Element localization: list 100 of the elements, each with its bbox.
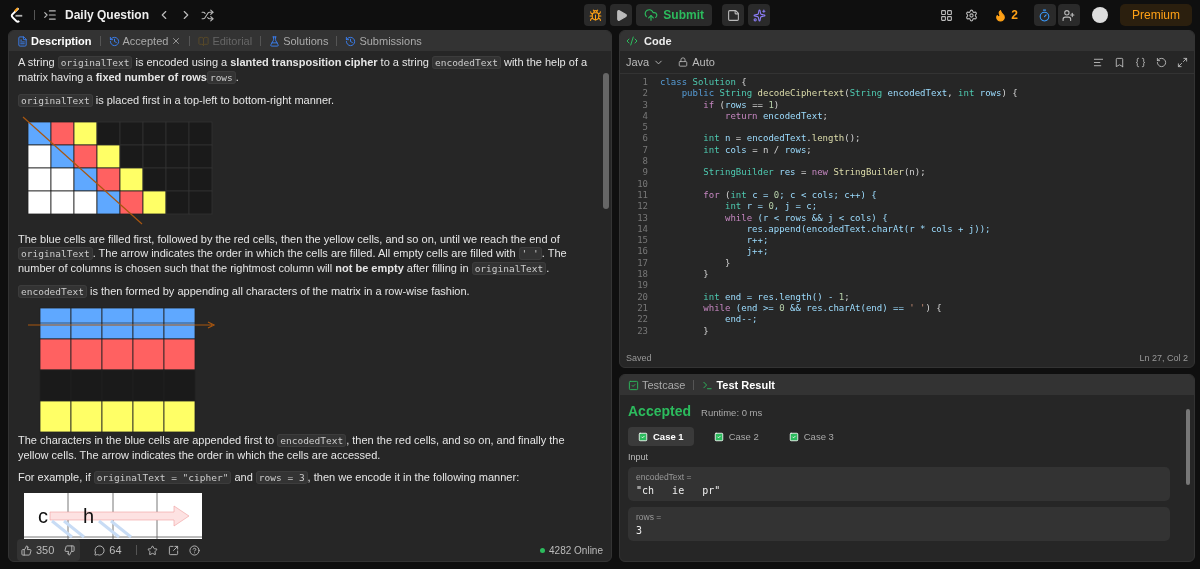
input-label: Input [628,452,650,462]
panel-tab[interactable]: Test Result [700,379,777,391]
line-number: 2 [641,88,648,100]
save-status: Saved [626,353,652,363]
format-icon[interactable] [1093,56,1104,68]
check-icon [713,431,724,442]
comments-button[interactable]: 64 [90,539,126,561]
submit-button[interactable]: Submit [636,4,712,26]
ai-button[interactable] [748,4,770,26]
reset-icon[interactable] [1156,56,1167,68]
panel-tab[interactable]: Solutions [267,35,331,47]
settings-icon[interactable] [965,8,979,22]
code-line: int cols = n / rows; [702,144,812,157]
code-line: } [702,325,709,337]
code-line: class Solution { [660,77,747,89]
description-paragraph: encodedText is then formed by appending all characters of the matrix in a row-wise fashion. [18,284,595,299]
line-number: 10 [636,178,648,190]
bookmark-icon[interactable] [1114,56,1125,68]
description-paragraph: For example, if originalText = "cipher" and rows = 3 , then we encode it in the following manner: [18,470,521,485]
code-icon [626,35,638,47]
share-icon[interactable] [167,544,179,556]
code-line: public String decodeCiphertext(String encodedText, int rows) { [680,88,1018,100]
code-line: for (int c = 0; c < cols; c++) { [702,189,877,202]
add-user-icon [1062,8,1076,22]
line-number: 4 [641,110,648,123]
code-line: StringBuilder res = new StringBuilder(n); [702,167,926,179]
line-number: 7 [641,144,648,157]
cursor-position: Ln 27, Col 2 [1139,353,1188,363]
panel-tab[interactable]: Accepted [106,35,184,47]
case-tab[interactable]: Case 1 [628,427,694,446]
code-line: end--; [724,314,758,326]
code-line: } [702,269,709,281]
history-icon [108,35,120,47]
timer-icon [1038,8,1052,22]
lock-icon [678,57,689,67]
line-number: 13 [636,212,648,224]
case-tab[interactable]: Case 2 [703,427,769,446]
line-number: 18 [636,269,648,281]
thumbs-up-icon [21,544,32,556]
code-line: int end = res.length() - 1; [702,291,850,303]
panel-tab[interactable]: Testcase [626,379,688,391]
line-number: 12 [636,201,648,213]
code-line: while (r < rows && j < cols) { [724,212,888,224]
avatar[interactable] [1092,7,1108,23]
book-icon [198,35,210,47]
line-number: 20 [636,291,648,303]
line-number: 1 [641,77,648,89]
line-number: 14 [636,223,648,236]
description-paragraph: The characters in the blue cells are appended first to encodedText , then the red cells, and so on, and finally the yellow cells. The arrow indicates the order in which the cells are accessed. [18,433,566,462]
status-dot [540,547,546,553]
line-number: 22 [636,314,648,326]
line-number: 6 [641,133,648,145]
terminal-icon [702,379,714,391]
panel-tab[interactable]: Description [15,35,94,47]
check-icon [638,431,648,442]
code-line: if (rows == 1) [702,99,780,111]
add-user-button[interactable] [1058,4,1080,26]
line-number: 15 [636,235,648,247]
braces-icon[interactable] [1135,56,1146,68]
streak-button[interactable]: 2 [990,4,1022,26]
runtime: Runtime: 0 ms [701,407,763,418]
problem-list-icon[interactable] [43,8,57,22]
code-line: int r = 0, j = c; [724,201,818,213]
code-title: Code [644,35,672,47]
auto-mode-button[interactable]: Auto [674,51,719,73]
notes-button[interactable] [722,4,744,26]
flame-icon [994,8,1008,22]
code-line: return encodedText; [724,110,828,123]
description-paragraph: A string originalText is encoded using a slanted transposition cipher to a string encodedText with the help of a matrix having a fixed number of rows rows . [18,55,589,85]
line-number: 3 [641,99,648,111]
example-matrix-drawing: c h [24,493,204,539]
code-line: r++; [745,235,769,247]
line-number: 16 [636,246,648,258]
line-number: 21 [636,302,648,315]
sparkles-icon [752,8,766,22]
case-tab[interactable]: Case 3 [778,427,844,446]
help-icon[interactable] [188,544,200,556]
code-line: j++; [745,246,769,258]
shuffle-icon[interactable] [201,8,215,22]
document-icon [17,35,28,47]
code-line: res.append(encodedText.charAt(r * cols + j)); [745,223,991,236]
panel-tab[interactable]: Submissions [343,35,424,47]
premium-button[interactable]: Premium [1120,4,1192,26]
checkbox-icon [628,379,639,391]
grid-icon[interactable] [940,8,954,22]
timer-button[interactable] [1034,4,1056,26]
description-paragraph: originalText is placed first in a top-left to bottom-right manner. [18,93,595,108]
input-value: 3 [636,525,644,536]
star-icon[interactable] [146,544,158,556]
line-number: 17 [636,257,648,270]
line-number: 11 [636,189,648,202]
expand-icon[interactable] [1177,56,1188,68]
language-dropdown[interactable]: Java [626,51,665,73]
line-number: 23 [636,325,648,337]
code-line: int n = encodedText.length(); [702,133,861,145]
input-value: "ch ie pr" [636,485,722,496]
run-button[interactable] [610,4,633,26]
close-icon[interactable] [171,36,182,46]
debug-button[interactable] [584,4,607,26]
problem-list-title[interactable]: Daily Question [65,8,150,22]
